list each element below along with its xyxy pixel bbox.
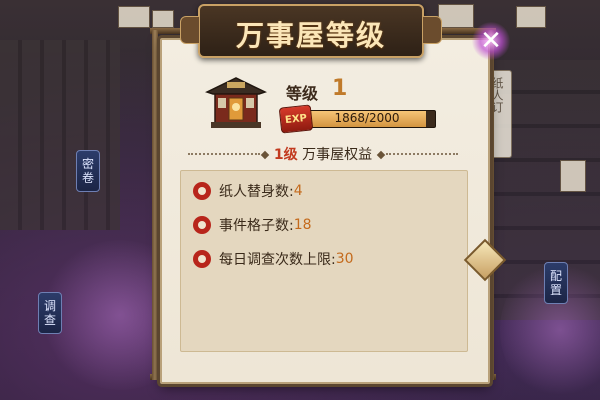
tomoe-bullet-icon xyxy=(193,182,211,200)
level-value: 1 xyxy=(332,76,348,101)
exp-progress-text: 1868/2000 xyxy=(334,111,400,125)
benefit-value: 18 xyxy=(293,217,312,233)
benefit-row: 纸人替身数: 4 xyxy=(193,180,303,202)
benefits-header: 1级 万事屋权益 xyxy=(188,144,458,164)
benefit-label: 事件格子数: xyxy=(219,218,294,234)
benefits-title: 万事屋权益 xyxy=(302,147,373,163)
side-sign-secret-scroll[interactable]: 密卷 xyxy=(76,150,100,192)
side-sign-investigate[interactable]: 调查 xyxy=(38,292,62,334)
benefits-level-text: 1级 xyxy=(273,147,298,163)
close-button[interactable]: ✕ xyxy=(472,22,510,60)
exp-badge-icon: EXP xyxy=(278,104,314,134)
diamond-icon xyxy=(376,150,386,160)
background-shelf-left xyxy=(0,40,120,230)
benefit-value: 30 xyxy=(335,251,354,267)
header-divider-right xyxy=(386,153,458,155)
panel-title: 万事屋等级 xyxy=(235,19,386,52)
header-divider-left xyxy=(188,153,260,155)
close-icon: ✕ xyxy=(480,26,502,56)
benefits-list: 纸人替身数: 4 事件格子数: 18 每日调查次数上限: 30 xyxy=(180,170,468,352)
benefit-row: 事件格子数: 18 xyxy=(193,214,312,236)
scroll-edge-left xyxy=(152,30,158,380)
shop-building-icon xyxy=(205,77,267,128)
benefit-label: 每日调查次数上限: xyxy=(219,252,336,268)
level-label: 等级 xyxy=(286,84,319,103)
tomoe-bullet-icon xyxy=(193,216,211,234)
exp-badge-label: EXP xyxy=(284,112,308,126)
diamond-icon xyxy=(260,150,270,160)
tomoe-bullet-icon xyxy=(193,250,211,268)
side-sign-config-label: 配置 xyxy=(549,269,562,297)
benefit-label: 纸人替身数: xyxy=(219,184,294,200)
side-sign-secret-scroll-label: 密卷 xyxy=(81,157,94,185)
side-sign-config[interactable]: 配置 xyxy=(544,262,568,304)
title-banner: 万事屋等级 xyxy=(180,4,442,58)
benefit-value: 4 xyxy=(293,183,303,199)
benefit-row: 每日调查次数上限: 30 xyxy=(193,248,354,270)
side-sign-investigate-label: 调查 xyxy=(43,299,56,327)
